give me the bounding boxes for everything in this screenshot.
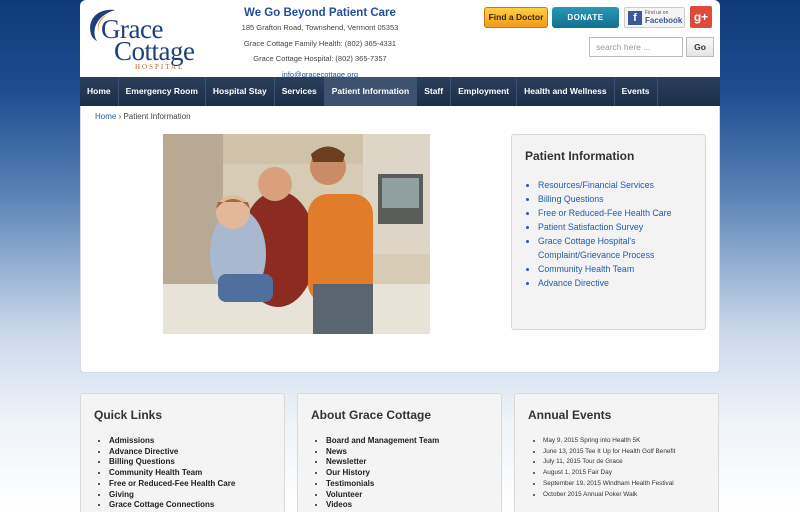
list-item[interactable]: Testimonials bbox=[326, 479, 439, 490]
sidebar-link-billing[interactable]: Billing Questions bbox=[538, 192, 698, 206]
nav-item-patient-information[interactable]: Patient Information bbox=[324, 77, 418, 106]
facebook-label: Facebook bbox=[645, 16, 683, 25]
sidebar-link-free-reduced[interactable]: Free or Reduced-Fee Health Care bbox=[538, 206, 698, 220]
sidebar-link-label: Advance Directive bbox=[538, 278, 609, 288]
quick-links-title: Quick Links bbox=[94, 408, 163, 422]
contact-block: We Go Beyond Patient Care 185 Grafton Ro… bbox=[220, 6, 420, 82]
list-item[interactable]: Billing Questions bbox=[109, 457, 235, 468]
list-item[interactable]: Giving bbox=[109, 490, 235, 501]
annual-events-title: Annual Events bbox=[528, 408, 612, 422]
sidebar-link-advance[interactable]: Advance Directive bbox=[538, 276, 698, 290]
list-item[interactable]: Grace Cottage Connections bbox=[109, 500, 235, 511]
sidebar-link-label: Patient Satisfaction Survey bbox=[538, 222, 644, 232]
family-health-phone: Grace Cottage Family Health: (802) 365-4… bbox=[243, 38, 397, 48]
list-item[interactable]: June 13, 2015 Tee It Up for Health Golf … bbox=[543, 447, 675, 458]
sidebar-link-complaint[interactable]: Grace Cottage Hospital's Complaint/Griev… bbox=[538, 234, 698, 262]
main-nav: Home Emergency Room Hospital Stay Servic… bbox=[80, 77, 720, 106]
logo-line-hospital: HOSPITAL bbox=[135, 63, 185, 71]
site-logo[interactable]: Grace Cottage HOSPITAL bbox=[85, 6, 215, 72]
annual-events-list: May 9, 2015 Spring into Health 5K June 1… bbox=[543, 436, 675, 500]
breadcrumb-current: Patient Information bbox=[123, 112, 191, 121]
facebook-icon: f bbox=[628, 11, 642, 25]
doctor-child-photo-icon bbox=[163, 134, 430, 334]
donate-button[interactable]: DONATE bbox=[552, 7, 619, 28]
nav-item-hospital-stay[interactable]: Hospital Stay bbox=[206, 77, 275, 106]
list-item[interactable]: Volunteer bbox=[326, 490, 439, 501]
patient-photo bbox=[163, 134, 430, 334]
list-item[interactable]: Newsletter bbox=[326, 457, 439, 468]
sidebar-link-label: Community Health Team bbox=[538, 264, 635, 274]
googleplus-icon[interactable]: g+ bbox=[690, 6, 712, 28]
nav-item-employment[interactable]: Employment bbox=[451, 77, 518, 106]
nav-item-health-and-wellness[interactable]: Health and Wellness bbox=[517, 77, 615, 106]
list-item[interactable]: July 11, 2015 Tour de Grace bbox=[543, 457, 675, 468]
list-item[interactable]: Board and Management Team bbox=[326, 436, 439, 447]
sidebar-link-label: Grace Cottage Hospital's Complaint/Griev… bbox=[538, 236, 655, 260]
sidebar-link-label: Billing Questions bbox=[538, 194, 604, 204]
list-item[interactable]: Advance Directive bbox=[109, 447, 235, 458]
breadcrumb-home-link[interactable]: Home bbox=[95, 112, 116, 121]
logo-line-cottage: Cottage bbox=[114, 36, 195, 66]
list-item[interactable]: May 9, 2015 Spring into Health 5K bbox=[543, 436, 675, 447]
sidebar-links: Resources/Financial Services Billing Que… bbox=[538, 178, 698, 290]
nav-item-staff[interactable]: Staff bbox=[417, 77, 452, 106]
header: Grace Cottage HOSPITAL We Go Beyond Pati… bbox=[80, 0, 720, 79]
facebook-button[interactable]: f Find us on Facebook bbox=[624, 7, 685, 28]
search-go-button[interactable]: Go bbox=[686, 37, 714, 57]
sidebar-link-community[interactable]: Community Health Team bbox=[538, 262, 698, 276]
sidebar-link-survey[interactable]: Patient Satisfaction Survey bbox=[538, 220, 698, 234]
annual-events-box: Annual Events May 9, 2015 Spring into He… bbox=[514, 393, 719, 512]
nav-item-home[interactable]: Home bbox=[80, 77, 119, 106]
list-item[interactable]: August 1, 2015 Fair Day bbox=[543, 468, 675, 479]
hospital-phone: Grace Cottage Hospital: (802) 365-7357 bbox=[253, 54, 387, 63]
quick-links-list: Admissions Advance Directive Billing Que… bbox=[109, 436, 235, 511]
search-input[interactable] bbox=[589, 37, 683, 57]
list-item[interactable]: Free or Reduced-Fee Health Care bbox=[109, 479, 235, 490]
address: 185 Grafton Road, Townshend, Vermont 053… bbox=[241, 23, 399, 32]
about-title: About Grace Cottage bbox=[311, 408, 432, 422]
list-item[interactable]: Admissions bbox=[109, 436, 235, 447]
tagline: We Go Beyond Patient Care bbox=[244, 7, 396, 19]
find-a-doctor-button[interactable]: Find a Doctor bbox=[484, 7, 548, 28]
sidebar-link-resources[interactable]: Resources/Financial Services bbox=[538, 178, 698, 192]
sidebar-title: Patient Information bbox=[525, 149, 635, 163]
list-item[interactable]: Our History bbox=[326, 468, 439, 479]
nav-item-emergency-room[interactable]: Emergency Room bbox=[119, 77, 206, 106]
nav-item-events[interactable]: Events bbox=[615, 77, 658, 106]
list-item[interactable]: Videos bbox=[326, 500, 439, 511]
quick-links-box: Quick Links Admissions Advance Directive… bbox=[80, 393, 285, 512]
sidebar-link-label: Resources/Financial Services bbox=[538, 180, 654, 190]
list-item[interactable]: September 19, 2015 Windham Health Festiv… bbox=[543, 479, 675, 490]
about-list: Board and Management Team News Newslette… bbox=[326, 436, 439, 511]
list-item[interactable]: News bbox=[326, 447, 439, 458]
sidebar-patient-information: Patient Information Resources/Financial … bbox=[511, 134, 706, 330]
main-content: Home › Patient Information Patient Infor… bbox=[80, 106, 720, 373]
breadcrumb: Home › Patient Information bbox=[95, 112, 191, 121]
list-item[interactable]: October 2015 Annual Poker Walk bbox=[543, 490, 675, 501]
list-item[interactable]: Community Health Team bbox=[109, 468, 235, 479]
sidebar-link-label: Free or Reduced-Fee Health Care bbox=[538, 208, 672, 218]
about-box: About Grace Cottage Board and Management… bbox=[297, 393, 502, 512]
nav-item-services[interactable]: Services bbox=[275, 77, 325, 106]
